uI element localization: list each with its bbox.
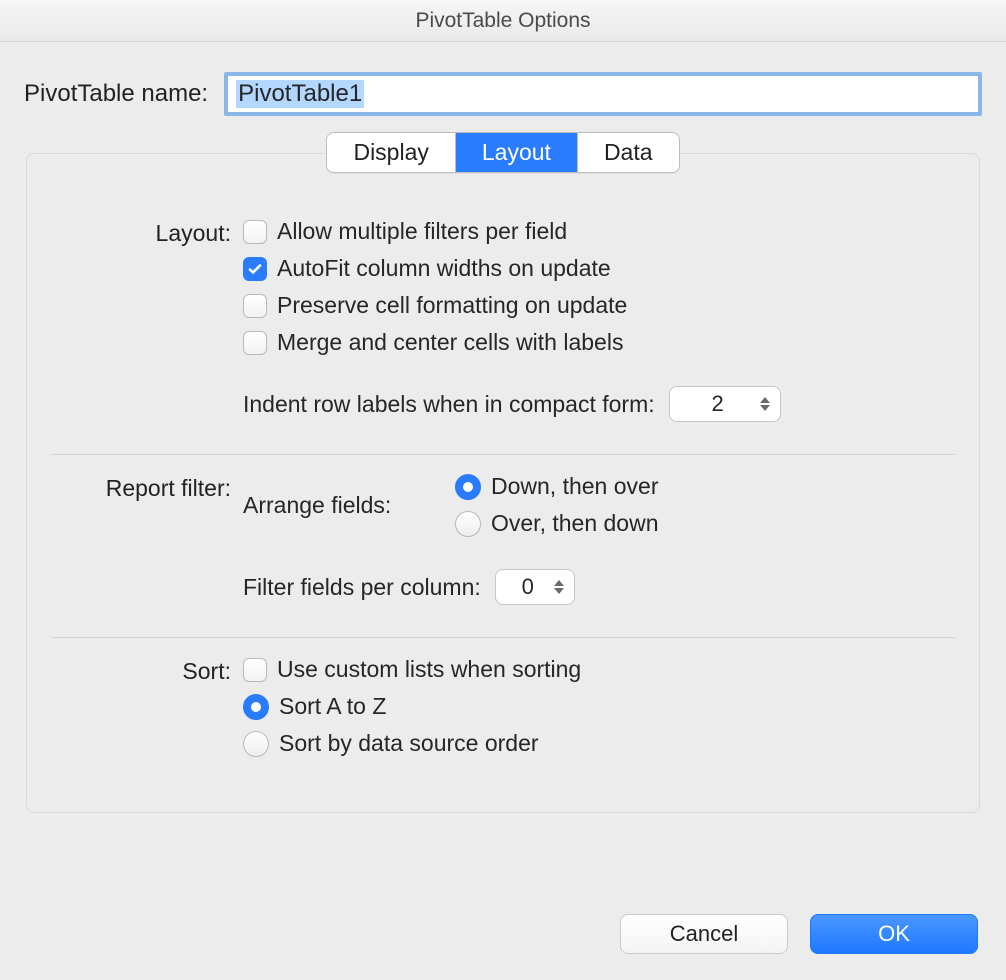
tab-data[interactable]: Data (578, 133, 679, 172)
filter-fields-per-column-label: Filter fields per column: (243, 574, 481, 601)
use-custom-lists-checkbox[interactable] (243, 658, 267, 682)
allow-multiple-filters-checkbox[interactable] (243, 220, 267, 244)
arrange-over-then-down-label: Over, then down (491, 510, 659, 537)
layout-section-label: Layout: (47, 218, 231, 247)
indent-value: 2 (688, 391, 748, 417)
autofit-columns-label: AutoFit column widths on update (277, 255, 611, 282)
window-title: PivotTable Options (0, 0, 1006, 42)
indent-stepper[interactable]: 2 (669, 386, 781, 422)
pivottable-name-label: PivotTable name: (24, 80, 208, 108)
tab-layout[interactable]: Layout (456, 133, 578, 172)
stepper-arrows-icon (760, 397, 770, 411)
use-custom-lists-label: Use custom lists when sorting (277, 656, 581, 683)
report-filter-section-label: Report filter: (47, 473, 231, 502)
tab-display[interactable]: Display (327, 133, 455, 172)
indent-label: Indent row labels when in compact form: (243, 391, 655, 418)
preserve-formatting-checkbox[interactable] (243, 294, 267, 318)
cancel-button[interactable]: Cancel (620, 914, 788, 954)
ok-button[interactable]: OK (810, 914, 978, 954)
pivottable-name-value: PivotTable1 (236, 80, 364, 108)
sort-a-to-z-label: Sort A to Z (279, 693, 386, 720)
sort-data-source-radio[interactable] (243, 731, 269, 757)
pivottable-name-input[interactable]: PivotTable1 (224, 72, 982, 116)
filter-fields-per-column-value: 0 (514, 574, 542, 600)
autofit-columns-checkbox[interactable] (243, 257, 267, 281)
arrange-fields-label: Arrange fields: (243, 492, 443, 519)
stepper-arrows-icon (554, 580, 564, 594)
arrange-down-then-over-radio[interactable] (455, 474, 481, 500)
sort-data-source-label: Sort by data source order (279, 730, 539, 757)
sort-section-label: Sort: (47, 656, 231, 685)
sort-a-to-z-radio[interactable] (243, 694, 269, 720)
arrange-down-then-over-label: Down, then over (491, 473, 658, 500)
merge-center-label: Merge and center cells with labels (277, 329, 623, 356)
allow-multiple-filters-label: Allow multiple filters per field (277, 218, 567, 245)
layout-panel: Layout: Allow multiple filters per field… (26, 153, 980, 813)
merge-center-checkbox[interactable] (243, 331, 267, 355)
filter-fields-per-column-stepper[interactable]: 0 (495, 569, 575, 605)
preserve-formatting-label: Preserve cell formatting on update (277, 292, 627, 319)
options-tabs: Display Layout Data (326, 132, 679, 173)
arrange-over-then-down-radio[interactable] (455, 511, 481, 537)
